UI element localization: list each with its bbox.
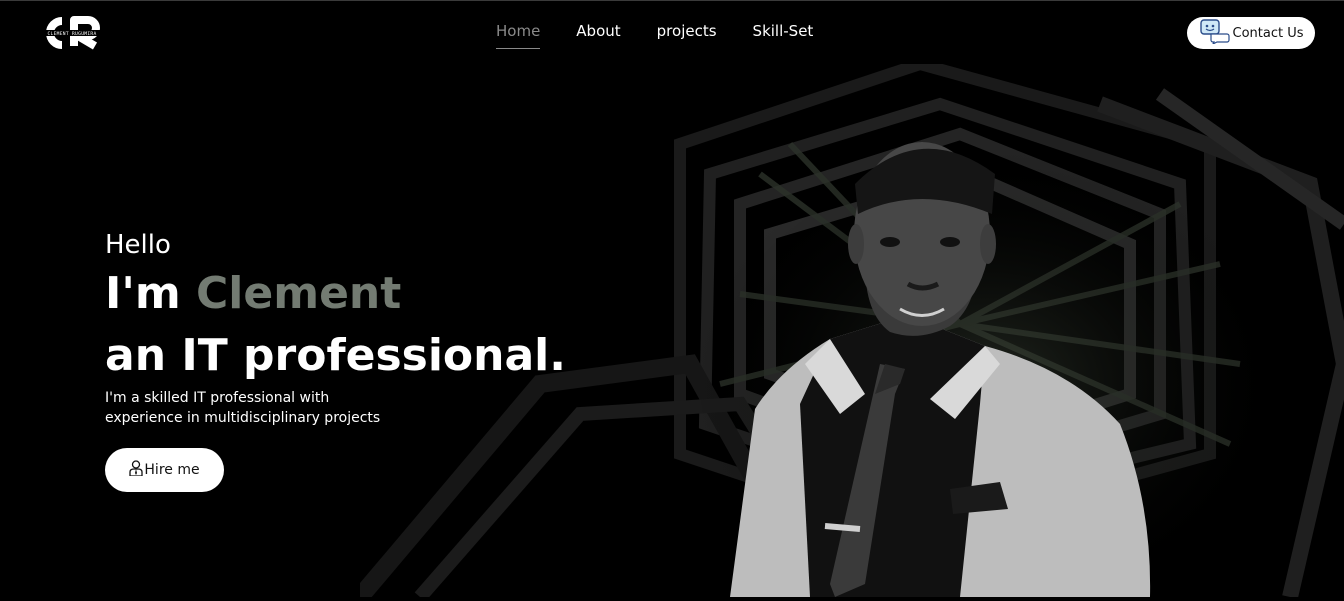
hire-me-label: Hire me [144,462,200,478]
contact-us-label: Contact Us [1232,25,1304,41]
hero-role: an IT professional. [105,330,566,381]
hero-intro: I'm Clement [105,266,566,322]
hero-intro-prefix: I'm [105,268,197,319]
hire-me-button[interactable]: Hire me [105,448,224,492]
nav-about[interactable]: About [576,22,620,48]
nav-projects[interactable]: projects [657,22,717,48]
contact-us-button[interactable]: Contact Us [1187,17,1315,49]
hero-description: I'm a skilled IT professional with exper… [105,390,381,426]
site-logo[interactable]: CLEMENT RUGUMIRA [40,14,104,52]
hero-section: Hello I'm Clement an IT professional. I'… [105,228,566,492]
nav-home[interactable]: Home [496,22,541,49]
main-nav: Home About projects Skill-Set [496,22,849,49]
hero-name: Clement [196,268,402,319]
logo-subtext: CLEMENT RUGUMIRA [47,31,96,37]
nav-skill-set[interactable]: Skill-Set [753,22,814,48]
chat-bubble-icon [1199,18,1231,48]
hero-greeting: Hello [105,230,171,260]
person-icon [129,460,144,480]
top-border [0,0,1344,1]
